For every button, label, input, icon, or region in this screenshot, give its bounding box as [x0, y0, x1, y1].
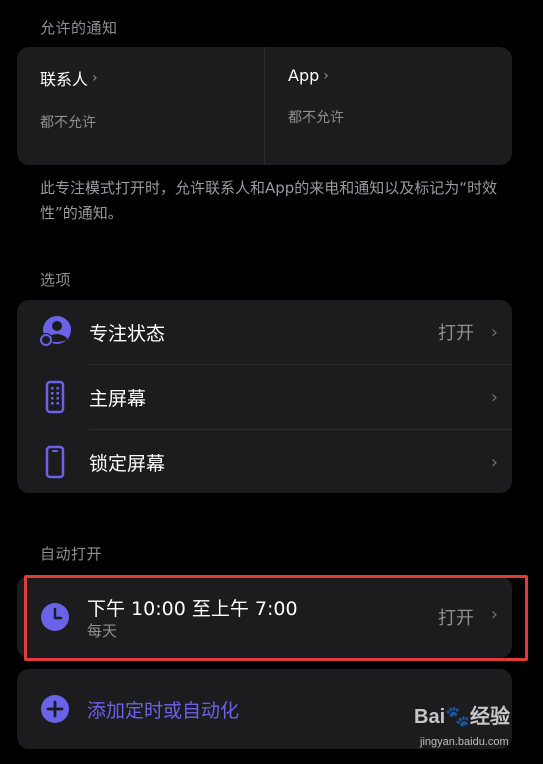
schedule-value: 打开: [438, 608, 474, 629]
allowed-apps-title: App: [288, 66, 320, 85]
clock-icon: [37, 599, 73, 635]
chevron-right-icon: ›: [490, 604, 498, 625]
schedule-subtitle: 每天: [87, 622, 118, 640]
option-focus-status-row[interactable]: 专注状态 打开 ›: [17, 300, 512, 364]
allowed-notifications-card: 联系人 › 都不允许 App › 都不允许: [17, 47, 512, 165]
watermark-logo: Bai🐾经验: [414, 706, 511, 728]
allowed-apps-subtitle: 都不允许: [288, 110, 344, 126]
lock-screen-icon: [37, 444, 73, 480]
options-list: 专注状态 打开 › 主屏幕 › 锁定屏幕 ›: [17, 300, 512, 493]
chevron-right-icon: ›: [490, 386, 498, 408]
option-value: 打开: [438, 323, 474, 344]
add-schedule-label: 添加定时或自动化: [87, 700, 240, 722]
schedule-row[interactable]: 下午 10:00 至上午 7:00 每天 打开 ›: [17, 576, 512, 658]
plus-circle-icon: [37, 691, 73, 727]
chevron-right-icon: ›: [323, 67, 329, 84]
option-home-screen-row[interactable]: 主屏幕 ›: [17, 365, 512, 429]
option-label: 主屏幕: [89, 387, 147, 410]
option-label: 专注状态: [89, 322, 166, 345]
allowed-apps-cell[interactable]: App › 都不允许: [264, 47, 512, 165]
option-lock-screen-row[interactable]: 锁定屏幕 ›: [17, 430, 512, 494]
options-header: 选项: [40, 271, 72, 289]
auto-on-header: 自动打开: [40, 545, 103, 563]
chevron-right-icon: ›: [92, 70, 98, 86]
focus-status-icon: [37, 314, 73, 350]
allowed-people-subtitle: 都不允许: [40, 115, 96, 131]
allowed-notifications-footer: 此专注模式打开时，允许联系人和App的来电和通知以及标记为“时效性”的通知。: [40, 179, 498, 222]
schedule-title: 下午 10:00 至上午 7:00: [87, 598, 298, 620]
home-screen-icon: [37, 379, 73, 415]
allowed-people-title: 联系人: [40, 70, 89, 89]
chevron-right-icon: ›: [490, 321, 498, 343]
allowed-people-cell[interactable]: 联系人 › 都不允许: [17, 47, 264, 165]
watermark-url: jingyan.baidu.com: [420, 736, 509, 748]
allowed-notifications-header: 允许的通知: [40, 19, 118, 37]
chevron-right-icon: ›: [490, 451, 498, 473]
option-label: 锁定屏幕: [89, 452, 166, 475]
